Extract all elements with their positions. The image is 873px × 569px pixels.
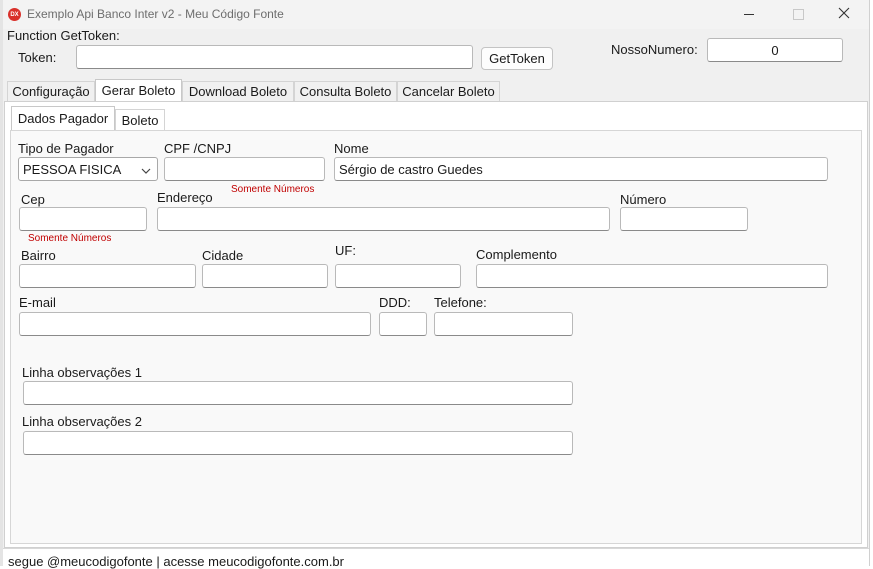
cpf-label: CPF /CNPJ [164,141,232,156]
uf-label: UF: [335,243,356,258]
bairro-input[interactable] [19,264,196,288]
tipo-pagador-select[interactable]: PESSOA FISICA [18,157,158,181]
endereco-label: Endereço [157,190,213,205]
tipo-pagador-value: PESSOA FISICA [23,161,122,177]
endereco-input[interactable] [157,207,610,231]
tipo-pagador-label: Tipo de Pagador [18,141,114,156]
title-bar[interactable]: DX Exemplo Api Banco Inter v2 - Meu Códi… [3,0,869,29]
cep-hint: Somente Números [28,233,112,244]
tab-gerar-boleto[interactable]: Gerar Boleto [95,79,182,102]
token-label: Token: [18,50,57,65]
bairro-label: Bairro [21,248,56,263]
main-tab-strip: Configuração Gerar Boleto Download Bolet… [3,79,869,102]
window-title: Exemplo Api Banco Inter v2 - Meu Código … [27,7,284,21]
tab-configuracao[interactable]: Configuração [7,81,95,101]
numero-label: Número [620,192,667,207]
complemento-input[interactable] [476,264,828,288]
gettoken-button[interactable]: GetToken [481,47,553,70]
telefone-input[interactable] [434,312,573,336]
ddd-label: DDD: [379,295,411,310]
tab-consulta-boleto[interactable]: Consulta Boleto [294,81,397,101]
dados-pagador-page [10,130,862,544]
obs1-input[interactable] [23,381,573,405]
close-icon[interactable] [835,4,853,22]
nome-label: Nome [334,141,369,156]
uf-input[interactable] [335,264,461,288]
cep-input[interactable] [19,207,147,231]
obs2-input[interactable] [23,431,573,455]
delphi-icon: DX [8,8,21,21]
status-bar: segue @meucodigofonte | acesse meucodigo… [3,548,869,569]
cidade-label: Cidade [202,248,244,263]
gettoken-group-label: Function GetToken: [7,28,120,43]
nosso-numero-input[interactable]: 0 [707,38,843,62]
email-input[interactable] [19,312,371,336]
status-text: segue @meucodigofonte | acesse meucodigo… [8,554,344,569]
subtab-dados-pagador[interactable]: Dados Pagador [11,106,115,131]
cpf-hint: Somente Números [231,184,315,195]
numero-input[interactable] [620,207,748,231]
obs1-label: Linha observações 1 [22,365,142,380]
cpf-input[interactable] [164,157,325,181]
token-input[interactable] [76,45,473,69]
minimize-icon[interactable] [744,14,754,15]
complemento-label: Complemento [476,247,557,262]
ddd-input[interactable] [379,312,427,336]
tab-cancelar-boleto[interactable]: Cancelar Boleto [397,81,500,101]
obs2-label: Linha observações 2 [22,414,142,429]
maximize-icon[interactable] [793,9,804,20]
subtab-boleto[interactable]: Boleto [115,109,165,131]
email-label: E-mail [19,295,56,310]
tab-download-boleto[interactable]: Download Boleto [182,81,294,101]
app-window: DX Exemplo Api Banco Inter v2 - Meu Códi… [3,0,870,569]
telefone-label: Telefone: [434,295,487,310]
nome-input[interactable]: Sérgio de castro Guedes [334,157,828,181]
nosso-numero-label: NossoNumero: [611,42,698,57]
cep-label: Cep [21,192,45,207]
cidade-input[interactable] [202,264,328,288]
chevron-down-icon [141,164,151,179]
